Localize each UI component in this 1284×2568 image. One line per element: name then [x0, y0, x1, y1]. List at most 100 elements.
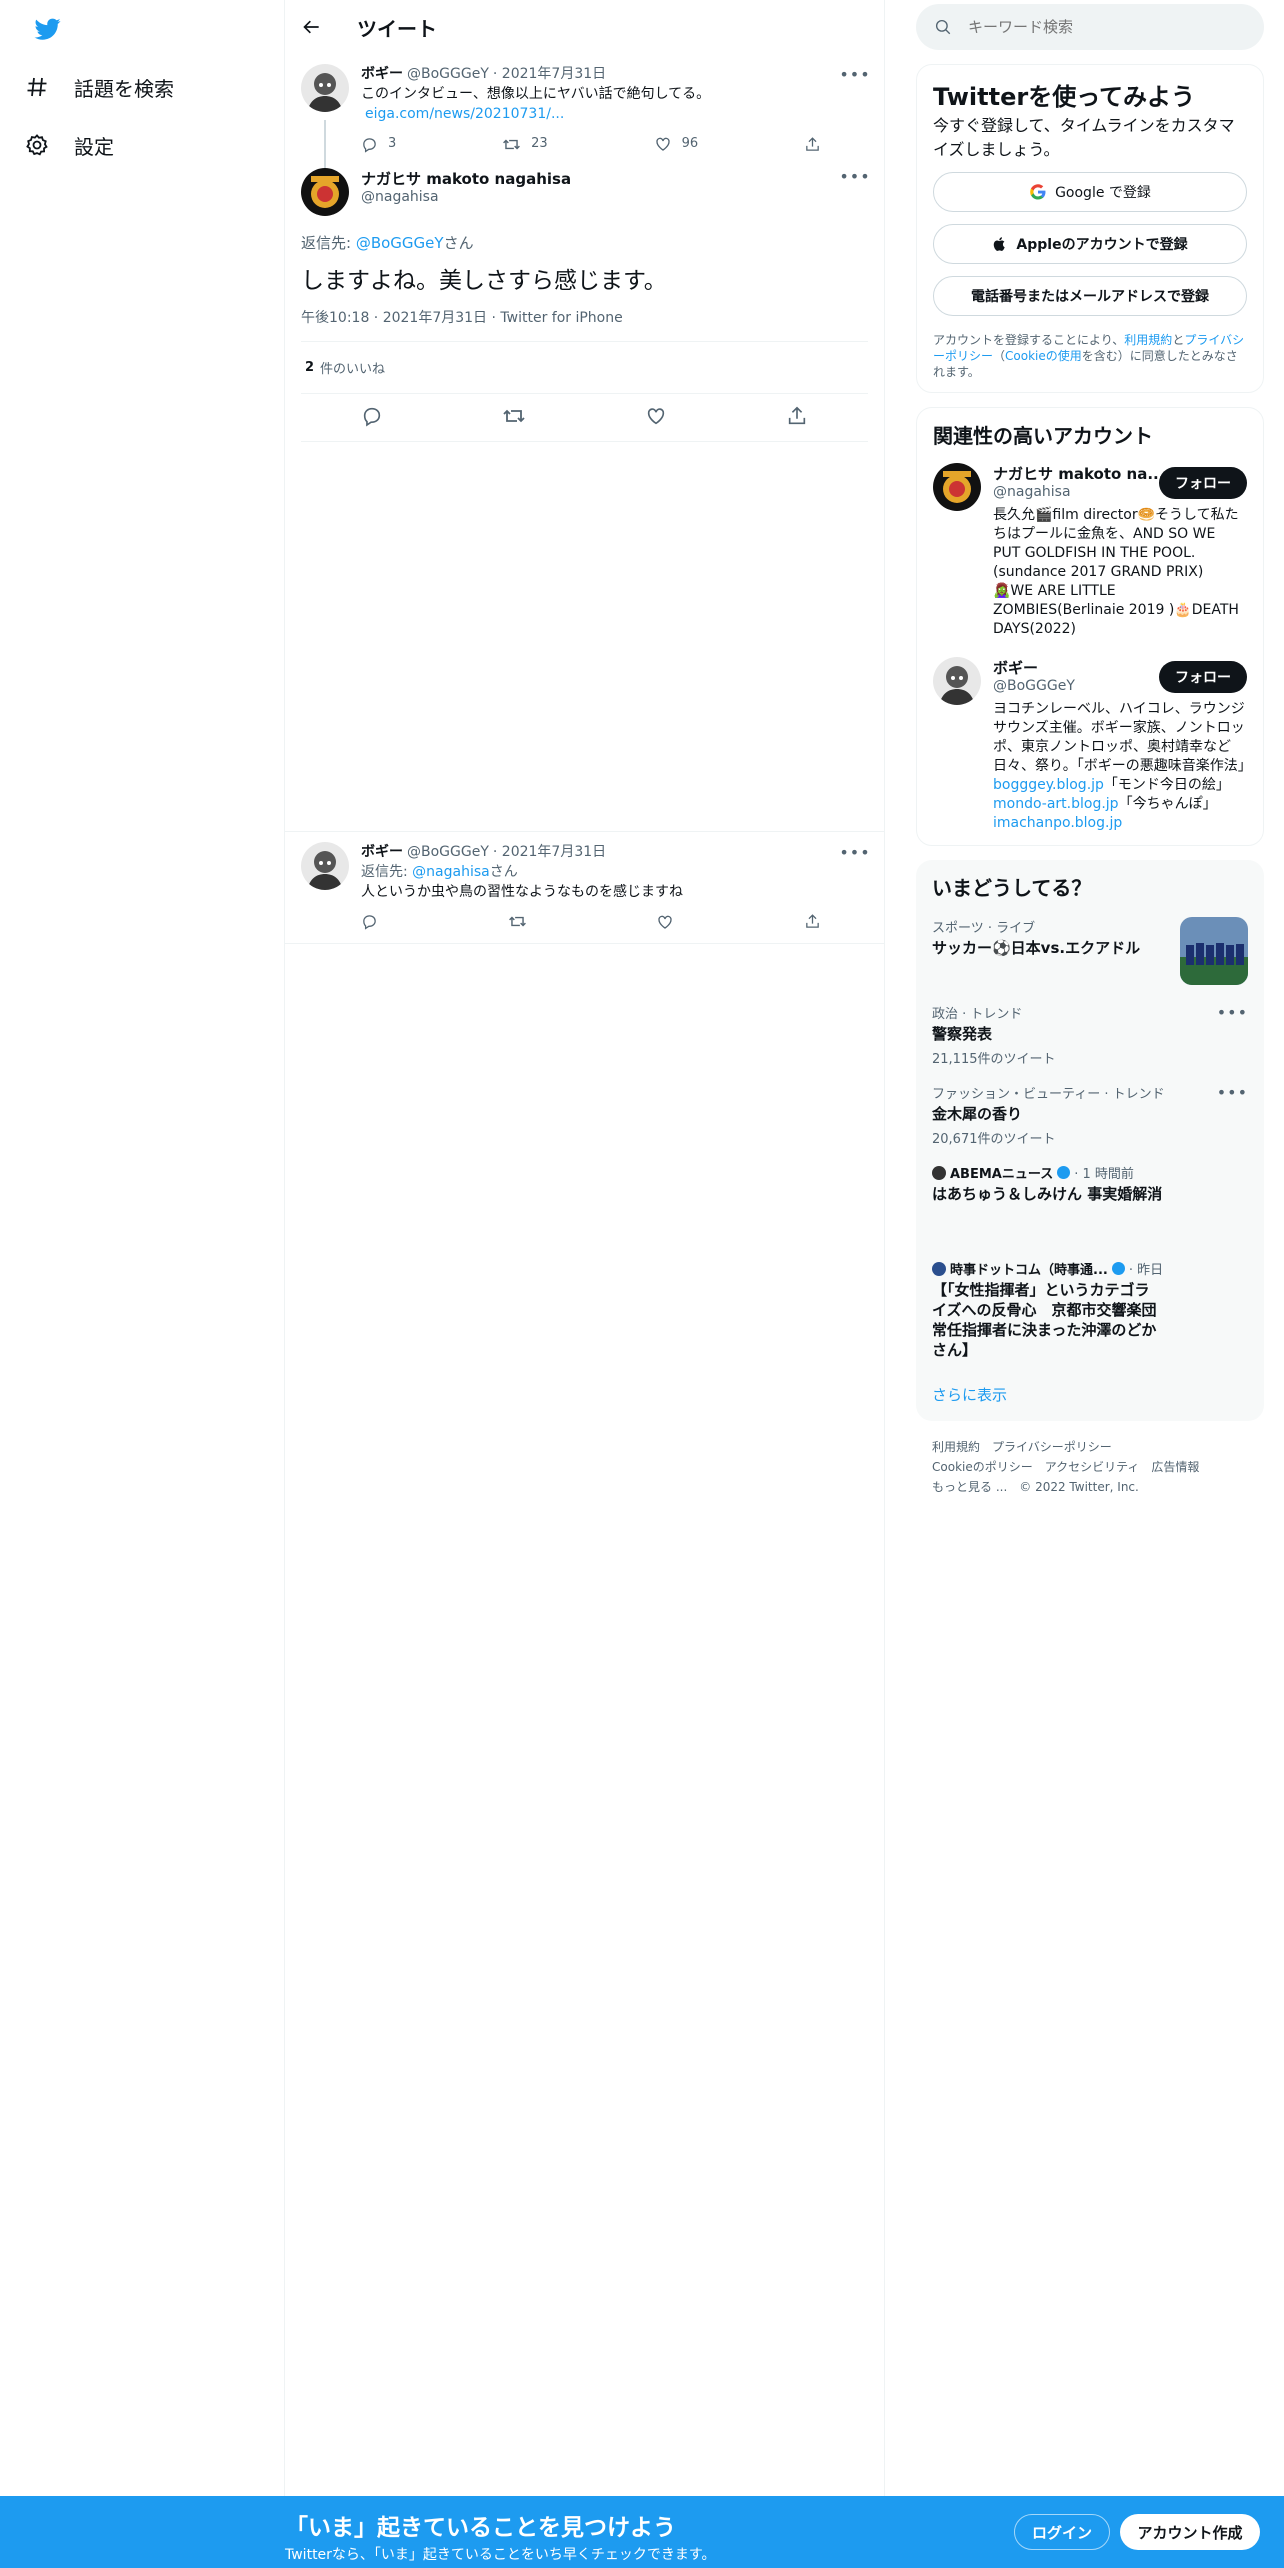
trends-title: いまどうしてる？	[932, 876, 1092, 900]
like-count: 96	[681, 136, 699, 151]
trend-item[interactable]: ABEMAニュース · 1 時間前 はあちゅう＆しみけん 事実婚解消	[932, 1163, 1248, 1243]
footer-terms-link[interactable]: 利用規約	[932, 1440, 980, 1454]
reply-button[interactable]	[361, 912, 378, 931]
trend-item[interactable]: ファッション・ビューティー · トレンド 金木犀の香り 20,671件のツイート…	[932, 1083, 1248, 1147]
avatar[interactable]	[301, 842, 349, 890]
footer-copyright: © 2022 Twitter, Inc.	[1019, 1480, 1139, 1494]
reply-icon	[363, 137, 376, 153]
page-title: ツイート	[357, 16, 437, 41]
search-input[interactable]	[968, 18, 1228, 36]
parent-tweet[interactable]: ボギー @BoGGGeY · 2021年7月31日 このインタビュー、想像以上に…	[285, 54, 884, 170]
apple-signup-button[interactable]: Appleのアカウントで登録	[933, 224, 1247, 264]
reply-to-link[interactable]: @nagahisa	[412, 864, 490, 880]
more-options-icon[interactable]: •••	[839, 843, 869, 862]
trend-count: 20,671件のツイート	[932, 1132, 1056, 1147]
more-options-icon[interactable]: •••	[839, 167, 869, 186]
heart-icon[interactable]	[645, 405, 667, 431]
bio-text: 「モンド今日の絵」	[1103, 777, 1230, 793]
retweet-icon	[508, 916, 526, 927]
more-options-icon[interactable]: •••	[839, 65, 869, 84]
more-options-icon[interactable]: •••	[1217, 1083, 1248, 1102]
news-source-logo-icon	[932, 1165, 946, 1180]
show-more-link[interactable]: さらに表示	[932, 1384, 1248, 1405]
tweet-link[interactable]: eiga.com/news/20210731/...	[365, 106, 564, 122]
author-name[interactable]: ボギー	[361, 64, 403, 84]
retweet-icon[interactable]	[502, 404, 526, 432]
reply-icon	[363, 915, 376, 930]
retweet-count: 23	[531, 136, 548, 151]
follow-button[interactable]: フォロー	[1159, 661, 1247, 693]
hashtag-icon	[24, 74, 50, 100]
author-name[interactable]: ナガヒサ makoto nagahisa	[361, 168, 571, 189]
create-account-button[interactable]: アカウント作成	[1120, 2514, 1260, 2550]
reply-prefix: 返信先:	[301, 234, 356, 252]
likes-summary[interactable]: 2 件のいいね	[301, 341, 868, 394]
retweet-button[interactable]	[508, 912, 527, 931]
footer-cookie-link[interactable]: Cookieのポリシー	[932, 1460, 1033, 1474]
reply-suffix: さん	[443, 234, 474, 252]
trend-item[interactable]: スポーツ · ライブ サッカー⚽日本vs.エクアドル	[932, 917, 1248, 987]
avatar[interactable]	[301, 168, 349, 216]
tweet-date[interactable]: · 2021年7月31日	[493, 842, 606, 862]
trend-thumbnail	[1180, 917, 1248, 985]
retweet-button[interactable]: 23	[502, 134, 548, 154]
signup-banner: 「いま」起きていることを見つけよう Twitterなら、「いま」起きていることを…	[0, 2496, 1284, 2568]
right-column: Twitterを使ってみよう 今すぐ登録して、タイムラインをカスタマイズしましょ…	[916, 0, 1264, 1513]
apple-icon	[994, 237, 1006, 251]
reply-icon[interactable]	[361, 405, 383, 431]
terms-text: と	[1172, 333, 1185, 347]
avatar[interactable]	[933, 463, 981, 511]
nav-settings[interactable]: 設定	[24, 120, 114, 170]
tweet-timestamp[interactable]: 午後10:18 · 2021年7月31日 · Twitter for iPhon…	[301, 307, 884, 341]
google-signup-button[interactable]: Google で登録	[933, 172, 1247, 212]
avatar[interactable]	[933, 657, 981, 705]
reply-prefix: 返信先:	[361, 864, 413, 880]
follow-button[interactable]: フォロー	[1159, 467, 1247, 499]
avatar[interactable]	[301, 64, 349, 112]
twitter-logo-icon[interactable]	[33, 16, 63, 40]
reply-to-line: 返信先: @nagahisaさん	[361, 862, 868, 882]
trend-item[interactable]: 政治 · トレンド 警察発表 21,115件のツイート •••	[932, 1003, 1248, 1067]
news-source-logo-icon	[932, 1261, 946, 1276]
reply-tweet[interactable]: ボギー @BoGGGeY · 2021年7月31日 返信先: @nagahisa…	[285, 832, 884, 944]
author-name[interactable]: ボギー	[361, 842, 403, 862]
reply-to-link[interactable]: @BoGGGeY	[356, 234, 444, 252]
author-handle[interactable]: @nagahisa	[361, 189, 571, 205]
more-options-icon[interactable]: •••	[1217, 1003, 1248, 1022]
like-button[interactable]	[656, 912, 674, 931]
bio-link[interactable]: imachanpo.blog.jp	[993, 815, 1122, 831]
footer-privacy-link[interactable]: プライバシーポリシー	[992, 1440, 1112, 1454]
footer-ads-link[interactable]: 広告情報	[1151, 1460, 1199, 1474]
like-button[interactable]: 96	[654, 134, 699, 154]
reply-button[interactable]: 3	[361, 134, 396, 154]
bio-link[interactable]: bogggey.blog.jp	[993, 777, 1104, 793]
search-box[interactable]	[916, 4, 1264, 50]
focus-tweet-text: しますよね。美しさすら感じます。	[301, 268, 667, 294]
nav-explore[interactable]: 話題を検索	[24, 62, 174, 112]
share-icon	[806, 914, 819, 928]
footer-more-link[interactable]: もっと見る ...	[932, 1480, 1007, 1494]
signup-title: Twitterを使ってみよう	[933, 83, 1195, 111]
bio-link[interactable]: mondo-art.blog.jp	[993, 796, 1119, 812]
share-icon[interactable]	[786, 405, 808, 431]
share-button[interactable]	[804, 134, 821, 154]
account-item[interactable]: ナガヒサ makoto na... @nagahisa 長久允🎬film dir…	[933, 463, 1247, 639]
news-source: 時事ドットコム（時事通...	[950, 1263, 1108, 1278]
left-nav: 話題を検索 設定	[0, 0, 285, 2496]
tweet-date[interactable]: · 2021年7月31日	[493, 64, 606, 84]
related-accounts-card: 関連性の高いアカウント ナガヒサ makoto na... @nagahisa …	[916, 407, 1264, 846]
back-arrow-icon[interactable]	[301, 16, 323, 38]
author-handle[interactable]: @BoGGGeY	[407, 64, 489, 84]
phone-email-signup-button[interactable]: 電話番号またはメールアドレスで登録	[933, 276, 1247, 316]
trend-item[interactable]: 時事ドットコム（時事通... · 昨日 【「女性指揮者」というカテゴライズへの反…	[932, 1259, 1248, 1360]
cookie-link[interactable]: Cookieの使用	[1005, 349, 1082, 363]
share-icon	[806, 136, 819, 151]
terms-link[interactable]: 利用規約	[1124, 333, 1172, 347]
footer-accessibility-link[interactable]: アクセシビリティ	[1045, 1460, 1140, 1474]
author-handle[interactable]: @BoGGGeY	[407, 842, 489, 862]
account-item[interactable]: ボギー @BoGGGeY ヨコチンレーベル、ハイコレ、ラウンジサウンズ主催。ボギ…	[933, 657, 1252, 833]
share-button[interactable]	[804, 912, 821, 931]
login-button[interactable]: ログイン	[1014, 2514, 1110, 2550]
verified-icon	[1111, 1262, 1125, 1275]
google-icon	[1030, 184, 1046, 200]
